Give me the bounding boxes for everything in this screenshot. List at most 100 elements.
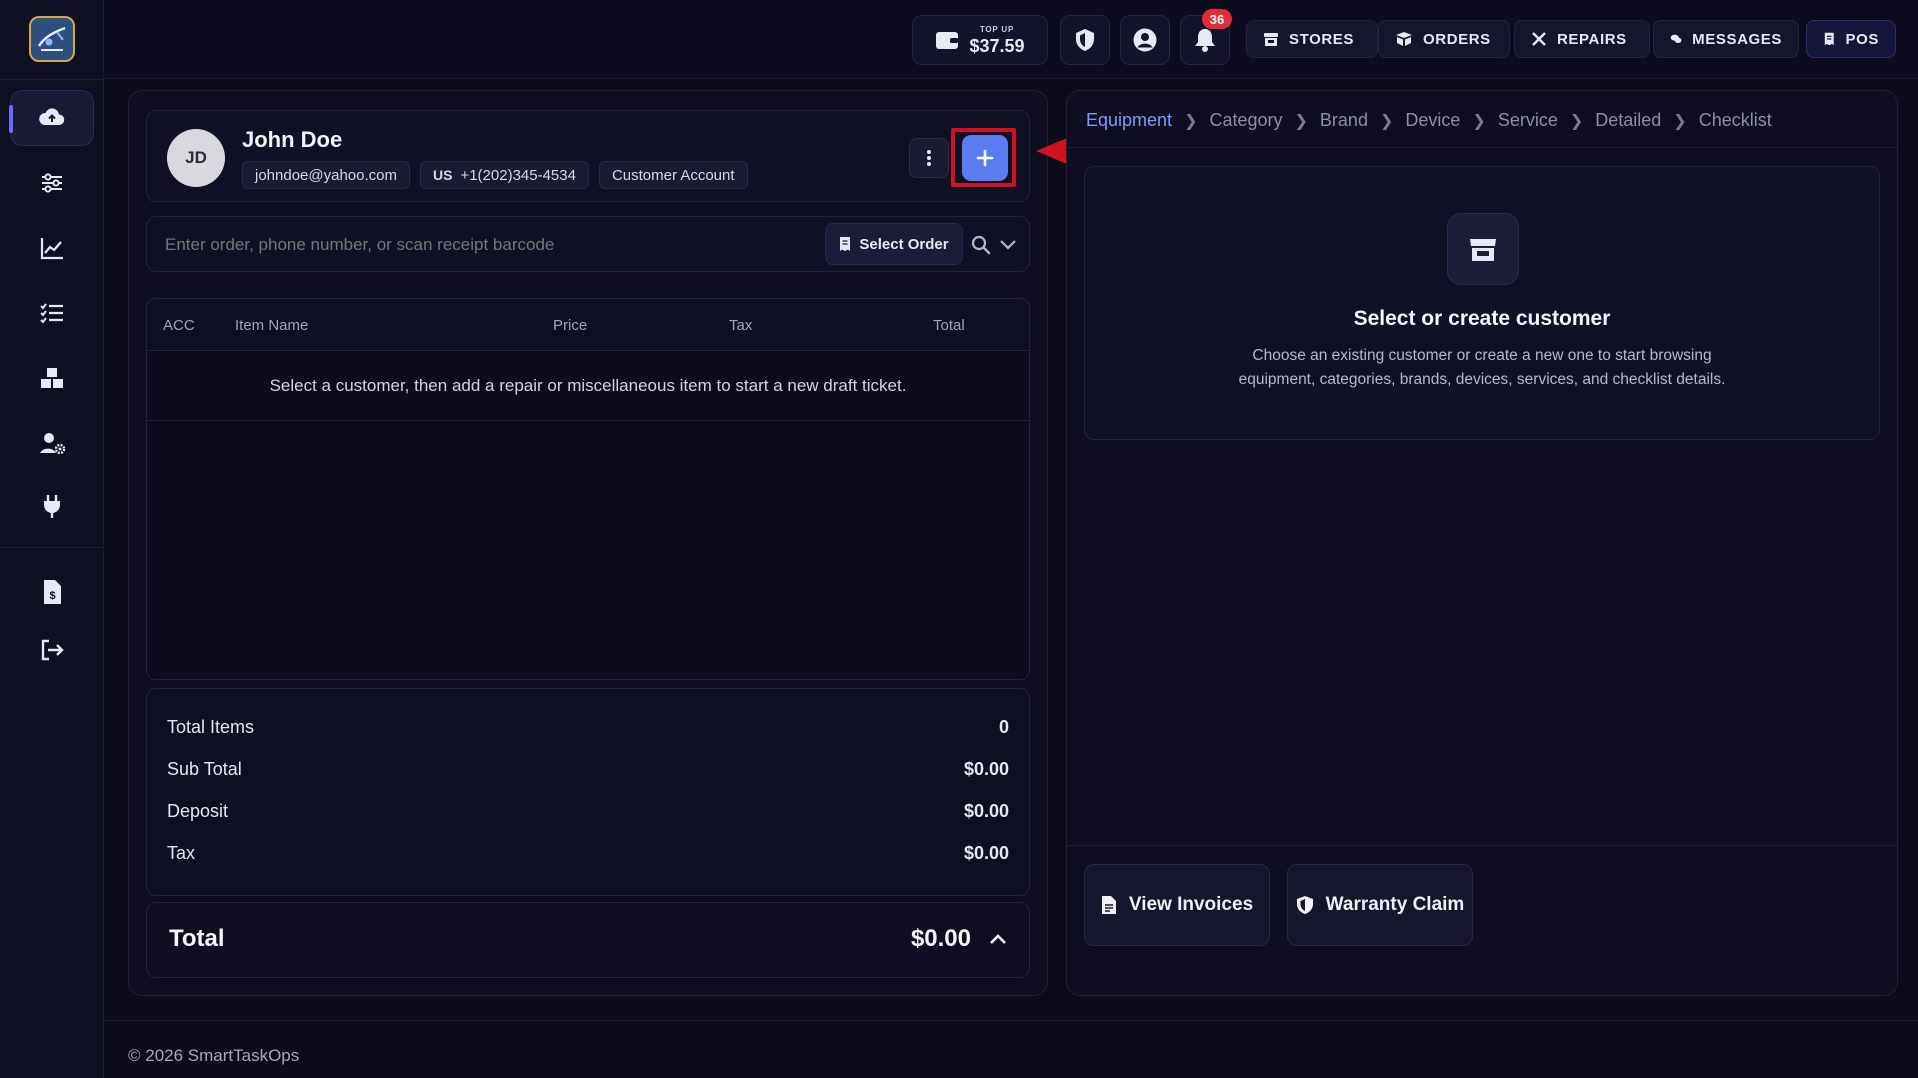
summary-label: Sub Total [167, 758, 242, 779]
actions-divider [1066, 845, 1898, 846]
view-invoices-button[interactable]: View Invoices [1084, 864, 1270, 946]
breadcrumb-equipment[interactable]: Equipment [1086, 110, 1172, 131]
wallet-icon [936, 32, 959, 49]
items-table: ACC Item Name Price Tax Total Select a c… [146, 298, 1030, 680]
chevron-up-icon[interactable] [989, 933, 1007, 945]
select-order-label: Select Order [859, 235, 949, 253]
security-button[interactable] [1060, 15, 1110, 65]
view-invoices-label: View Invoices [1128, 894, 1254, 915]
sidebar-item-tasks[interactable] [10, 285, 94, 341]
empty-state-description-line-2: equipment, categories, brands, devices, … [1238, 371, 1726, 388]
sidebar-item-analytics[interactable] [10, 220, 94, 276]
summary-row-total-items: Total Items 0 [167, 713, 1009, 741]
empty-table-message: Select a customer, then add a repair or … [147, 351, 1029, 421]
warranty-claim-label: Warranty Claim [1325, 894, 1465, 915]
more-vertical-icon [927, 150, 931, 166]
store-icon [1264, 33, 1278, 46]
invoice-dollar-icon: $ [44, 580, 61, 604]
sidebar-item-integrations[interactable] [10, 478, 94, 534]
breadcrumb-brand[interactable]: Brand [1320, 110, 1368, 131]
store-icon [1470, 239, 1496, 261]
chevron-right-icon: ❯ [1379, 112, 1394, 130]
sidebar-item-billing[interactable]: $ [10, 564, 94, 620]
sliders-icon [42, 173, 62, 193]
chevron-right-icon: ❯ [1472, 112, 1486, 130]
total-bar[interactable]: Total $0.00 [146, 902, 1030, 978]
plus-icon [976, 149, 994, 167]
sidebar-item-cloud[interactable] [9, 90, 94, 146]
shield-icon [1296, 896, 1313, 914]
customer-account-type: Customer Account [598, 161, 748, 189]
breadcrumb-divider [1066, 147, 1898, 148]
sidebar-item-user-settings[interactable] [10, 415, 94, 471]
customer-more-button[interactable] [909, 138, 949, 178]
footer-copyright: © 2026 SmartTaskOps [128, 1046, 300, 1065]
customer-name: John Doe [242, 127, 343, 152]
add-customer-button[interactable] [962, 135, 1008, 181]
chevron-right-icon: ❯ [1294, 112, 1308, 130]
wallet-top-up-button[interactable]: TOP UP $37.59 [912, 15, 1048, 65]
summary-value: $0.00 [963, 758, 1009, 779]
warranty-claim-button[interactable]: Warranty Claim [1287, 864, 1473, 946]
sidebar-item-inventory[interactable] [10, 350, 94, 406]
bell-icon [1195, 29, 1215, 52]
column-header-total: Total [933, 316, 965, 334]
boxes-icon [41, 368, 63, 388]
chevron-right-icon: ❯ [1184, 112, 1198, 130]
breadcrumb-checklist[interactable]: Checklist [1699, 110, 1772, 131]
total-value: $0.00 [910, 925, 971, 952]
customer-email: johndoe@yahoo.com [242, 161, 410, 189]
svg-text:$: $ [49, 590, 55, 602]
empty-state-description-line-1: Choose an existing customer or create a … [1252, 347, 1712, 364]
chevron-down-icon[interactable] [999, 239, 1017, 251]
summary-row-subtotal: Sub Total $0.00 [167, 755, 1009, 783]
chevron-right-icon: ❯ [1673, 112, 1687, 130]
search-icon[interactable] [971, 235, 991, 255]
sidebar-divider [0, 547, 104, 548]
summary-value: $0.00 [963, 800, 1009, 821]
receipt-icon [840, 237, 851, 251]
nav-orders[interactable]: ORDERS [1378, 20, 1510, 58]
breadcrumb: Equipment ❯ Category ❯ Brand ❯ Device ❯ Serv… [1086, 110, 1772, 131]
shield-icon [1076, 29, 1094, 51]
customer-card: JD John Doe johndoe@yahoo.com US +1(202)… [146, 110, 1030, 202]
breadcrumb-detailed[interactable]: Detailed [1595, 110, 1661, 131]
nav-messages[interactable]: MESSAGES [1653, 20, 1799, 58]
column-header-tax: Tax [729, 316, 753, 334]
app-logo[interactable] [29, 16, 75, 62]
sidebar-item-settings[interactable] [10, 155, 94, 211]
nav-repairs[interactable]: REPAIRS [1514, 20, 1650, 58]
sidebar: $ [0, 0, 104, 1078]
select-order-button[interactable]: Select Order [825, 223, 963, 265]
sidebar-item-logout[interactable] [10, 622, 94, 678]
logout-icon [41, 639, 64, 661]
nav-repairs-label: REPAIRS [1557, 30, 1627, 48]
chat-icon [1670, 34, 1682, 44]
breadcrumb-category[interactable]: Category [1209, 110, 1282, 131]
nav-pos[interactable]: POS [1806, 20, 1896, 58]
breadcrumb-service[interactable]: Service [1498, 110, 1558, 131]
order-search-input[interactable] [165, 229, 685, 261]
country-code: US [433, 167, 453, 183]
wallet-caption: TOP UP [979, 24, 1015, 34]
summary-value: $0.00 [963, 842, 1009, 863]
profile-button[interactable] [1120, 15, 1170, 65]
chevron-right-icon: ❯ [1569, 112, 1584, 130]
total-label: Total [169, 925, 225, 952]
receipt-icon [1824, 32, 1834, 46]
cloud-upload-icon [39, 108, 65, 125]
plug-icon [44, 495, 60, 518]
logo-icon [37, 26, 66, 51]
order-summary: Total Items 0 Sub Total $0.00 Deposit $0… [146, 688, 1030, 896]
nav-orders-label: ORDERS [1423, 30, 1491, 48]
customer-phone: +1(202)345-4534 [460, 166, 576, 184]
breadcrumb-device[interactable]: Device [1405, 110, 1460, 131]
nav-stores-label: STORES [1289, 30, 1355, 48]
nav-stores[interactable]: STORES [1246, 20, 1378, 58]
empty-state-title: Select or create customer [1353, 307, 1611, 330]
notification-count-badge: 36 [1202, 9, 1232, 29]
customer-chips: johndoe@yahoo.com US +1(202)345-4534 Cus… [242, 161, 748, 189]
footer-divider [104, 1020, 1918, 1021]
nav-messages-label: MESSAGES [1692, 30, 1782, 48]
empty-state-card: Select or create customer Choose an exis… [1084, 166, 1880, 440]
